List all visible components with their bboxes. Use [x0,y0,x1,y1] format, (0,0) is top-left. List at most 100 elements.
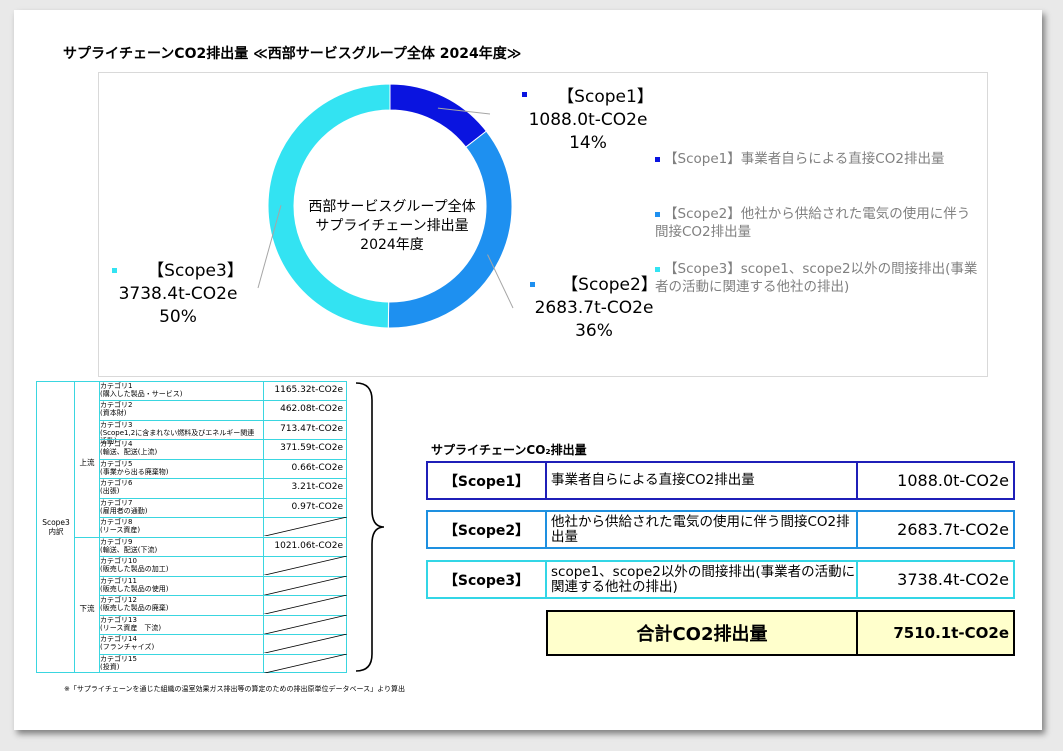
summary-scope3-desc: scope1、scope2以外の間接排出(事業者の活動に関連する他社の排出) [547,562,858,597]
downstream-label: 下流 [79,604,95,613]
footnote: ※「サプライチェーンを通じた組織の温室効果ガス排出等の算定のための排出原単位デー… [64,685,406,693]
category-value: 713.47t-CO2e [280,423,343,434]
category-desc: (リース資産) [100,526,141,535]
summary-scope1-value: 1088.0t-CO2e [897,471,1009,490]
category-desc: (リース資産 下流) [100,623,162,632]
legend-marker-scope1 [655,156,660,162]
callout-scope2-percent: 36% [575,321,613,341]
callout-scope1-value: 1088.0t-CO2e [528,110,648,130]
summary-scope2-value: 2683.7t-CO2e [897,520,1009,539]
legend-scope3: 【Scope3】scope1、scope2以外の間接排出(事業者の活動に関連する… [655,260,980,296]
category-title: カテゴリ15 [100,654,137,663]
empty-cell-slash [263,614,347,634]
callout-scope2-value: 2683.7t-CO2e [534,298,654,318]
callout-scope3-value: 3738.4t-CO2e [118,284,238,304]
center-line-3: 2024年度 [360,237,424,253]
category-desc: (販売した製品の加工) [100,565,169,574]
category-title: カテゴリ7 [100,498,133,507]
legend-scope3-text: 【Scope3】scope1、scope2以外の間接排出(事業者の活動に関連する… [655,261,978,295]
summary-scope2-label: 【Scope2】 [428,512,547,547]
legend-marker-scope2 [655,211,660,217]
callout-scope1: 【Scope1】 1088.0t-CO2e 14% [508,86,668,155]
callout-scope3: 【Scope3】 3738.4t-CO2e 50% [93,260,263,329]
category-title: カテゴリ9 [100,537,133,546]
category-desc: (販売した製品の使用) [100,584,169,593]
empty-cell-slash [263,653,347,673]
legend-scope2-text: 【Scope2】他社から供給された電気の使用に伴う間接CO2排出量 [655,206,971,240]
category-name: カテゴリ2 (資本財) [100,401,260,417]
summary-row-scope1: 【Scope1】 事業者自らによる直接CO2排出量 1088.0t-CO2e [426,461,1015,500]
donut-slice-scope1 [389,83,488,148]
callout-scope2: 【Scope2】 2683.7t-CO2e 36% [514,274,674,343]
category-desc: (販売した製品の廃棄) [100,604,169,613]
center-line-1: 西部サービスグループ全体 [308,199,476,215]
callout-marker-scope2 [530,282,536,287]
upstream-label: 上流 [79,458,95,467]
callout-marker-scope3 [112,268,118,273]
category-desc: (輸送、配送(下流) [100,545,158,554]
callout-scope1-label: 【Scope1】 [557,87,654,107]
category-title: カテゴリ13 [100,615,137,624]
summary-row-scope3: 【Scope3】 scope1、scope2以外の間接排出(事業者の活動に関連す… [426,560,1015,599]
empty-cell-slash [263,634,347,654]
category-desc: (資本財) [100,409,127,418]
category-title: カテゴリ3 [100,420,133,429]
category-name: カテゴリ11 (販売した製品の使用) [100,577,260,593]
summary-title: サプライチェーンCO₂排出量 [431,443,587,457]
category-title: カテゴリ11 [100,576,137,585]
category-name: カテゴリ6 (出張) [100,479,260,495]
center-line-2: サプライチェーン排出量 [315,218,469,234]
category-value: 0.97t-CO2e [291,501,343,512]
empty-cell-slash [263,556,347,576]
category-name: カテゴリ4 (輸送、配送(上流) [100,440,260,456]
category-value: 3.21t-CO2e [291,482,343,493]
donut-center-label: 西部サービスグループ全体 サプライチェーン排出量 2024年度 [292,198,492,255]
category-desc: (フランチャイズ) [100,643,155,652]
callout-scope1-percent: 14% [569,133,607,153]
category-value: 0.66t-CO2e [291,462,343,473]
callout-marker-scope1 [522,92,528,97]
page-title: サプライチェーンCO2排出量 ≪西部サービスグループ全体 2024年度≫ [63,46,522,62]
total-row: 合計CO2排出量 7510.1t-CO2e [546,610,1015,656]
category-title: カテゴリ6 [100,479,133,488]
category-desc: (出張) [100,487,120,496]
summary-scope1-label: 【Scope1】 [428,463,547,498]
callout-scope2-label: 【Scope2】 [561,275,658,295]
total-label: 合計CO2排出量 [548,612,858,654]
legend-marker-scope3 [655,266,660,272]
summary-row-scope2: 【Scope2】 他社から供給された電気の使用に伴う間接CO2排出量 2683.… [426,510,1015,549]
category-name: カテゴリ10 (販売した製品の加工) [100,557,260,573]
category-name: カテゴリ5 (事業から出る廃棄物) [100,460,260,476]
category-desc: (雇用者の通勤) [100,506,148,515]
category-value: 1021.06t-CO2e [274,540,343,551]
summary-scope3-value: 3738.4t-CO2e [897,570,1009,589]
category-title: カテゴリ1 [100,382,133,390]
empty-cell-slash [263,595,347,615]
empty-cell-slash [263,575,347,595]
empty-cell-slash [263,517,347,537]
category-value: 371.59t-CO2e [280,443,343,454]
category-name: カテゴリ7 (雇用者の通勤) [100,499,260,515]
category-name: カテゴリ15 (投資) [100,655,260,671]
category-value: 1165.32t-CO2e [274,385,343,395]
summary-scope2-desc: 他社から供給された電気の使用に伴う間接CO2排出量 [547,512,858,547]
category-name: カテゴリ8 (リース資産) [100,518,260,534]
category-title: カテゴリ10 [100,557,137,566]
scope3-group-label: Scope3 内訳 [42,518,70,536]
category-name: カテゴリ13 (リース資産 下流) [100,616,260,632]
category-title: カテゴリ12 [100,596,137,605]
category-title: カテゴリ5 [100,459,133,468]
category-value: 462.08t-CO2e [280,404,343,415]
summary-scope3-label: 【Scope3】 [428,562,547,597]
summary-scope1-desc: 事業者自らによる直接CO2排出量 [547,463,858,498]
legend-scope1: 【Scope1】事業者自らによる直接CO2排出量 [655,150,985,168]
leader-line-scope2 [487,254,514,309]
callout-scope3-label: 【Scope3】 [147,261,244,281]
legend-scope2: 【Scope2】他社から供給された電気の使用に伴う間接CO2排出量 [655,205,980,241]
category-name: カテゴリ9 (輸送、配送(下流) [100,538,260,554]
category-desc: (事業から出る廃棄物) [100,467,169,476]
category-desc: (投資) [100,662,120,671]
total-value: 7510.1t-CO2e [893,624,1009,642]
category-name: カテゴリ14 (フランチャイズ) [100,635,260,651]
category-desc: (購入した製品・サービス) [100,390,183,398]
